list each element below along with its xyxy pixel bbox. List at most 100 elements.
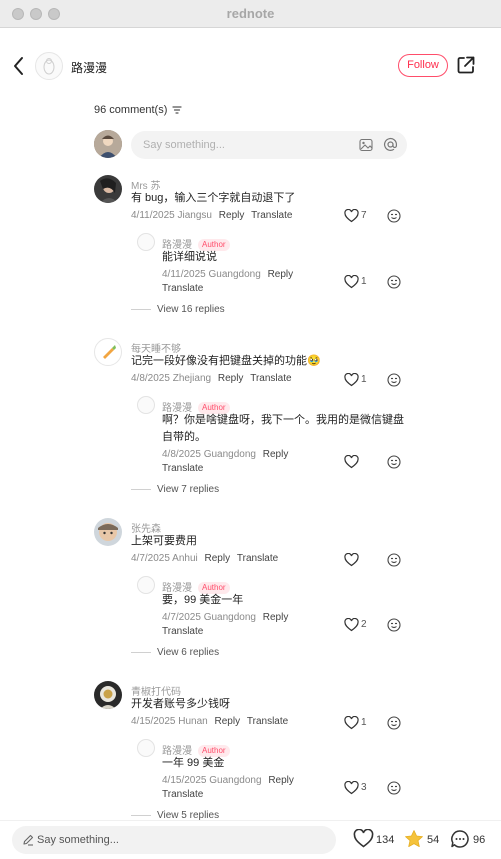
heart-icon (344, 373, 359, 387)
divider (131, 814, 151, 816)
reply-button[interactable]: Reply (263, 612, 289, 623)
comment-meta: 4/15/2025 Hunan Reply Translate (131, 716, 288, 727)
post-header: 路漫漫 Follow (0, 28, 501, 104)
comment-bubble-icon (451, 830, 469, 848)
comment-count[interactable]: 96 comment(s) (94, 104, 183, 116)
emoji-icon[interactable] (387, 275, 401, 289)
emoji-icon[interactable] (387, 716, 401, 730)
reply-button[interactable]: Reply (263, 449, 289, 460)
heart-icon (344, 209, 359, 223)
comment-date-location: 4/8/2025 Zhejiang (131, 373, 212, 384)
author-avatar[interactable] (35, 52, 63, 80)
follow-button[interactable]: Follow (398, 54, 448, 77)
translate-button[interactable]: Translate (251, 210, 292, 221)
like-button[interactable]: 7 (344, 209, 374, 223)
reply-date-location: 4/8/2025 Guangdong (162, 449, 256, 460)
view-replies-button[interactable]: View 7 replies (131, 484, 219, 495)
emoji-icon[interactable] (387, 618, 401, 632)
reply-text: 一年 99 美金 (162, 757, 225, 769)
share-icon[interactable] (456, 55, 476, 75)
reply-avatar[interactable] (137, 739, 155, 757)
comment-input[interactable]: Say something... (131, 131, 407, 159)
like-button[interactable]: 2 (344, 618, 374, 632)
reply-button[interactable]: Reply (218, 373, 244, 384)
back-arrow-icon[interactable] (9, 55, 29, 77)
post-like-count: 134 (376, 834, 395, 846)
image-icon[interactable] (359, 138, 373, 152)
reply-text-continued: 自带的。 (162, 431, 206, 443)
author-name[interactable]: 路漫漫 (71, 59, 107, 76)
like-button[interactable] (344, 455, 374, 469)
reply-avatar[interactable] (137, 396, 155, 414)
comment-date-location: 4/15/2025 Hunan (131, 716, 208, 727)
translate-button[interactable]: Translate (162, 626, 203, 637)
reply-text: 啊？你是啥键盘呀，我下一个。我用的是微信键盘 (162, 414, 404, 426)
collect-count: 54 (427, 834, 440, 846)
comment-text: 上架可要费用 (131, 535, 197, 547)
reply-avatar[interactable] (137, 576, 155, 594)
comment-text: 有 bug，输入三个字就自动退下了 (131, 192, 296, 204)
translate-button[interactable]: Translate (237, 553, 278, 564)
heart-icon (344, 553, 359, 567)
star-icon (405, 830, 423, 847)
like-button[interactable] (344, 553, 374, 567)
view-replies-label: View 7 replies (157, 484, 220, 495)
at-icon[interactable] (383, 137, 398, 152)
emoji-icon[interactable] (387, 781, 401, 795)
reply-button[interactable]: Reply (219, 210, 245, 221)
divider (131, 308, 151, 310)
reply-button[interactable]: Reply (215, 716, 241, 727)
reply-avatar[interactable] (137, 233, 155, 251)
commenter-avatar[interactable] (94, 175, 122, 203)
emoji-icon[interactable] (387, 373, 401, 387)
collect-button[interactable]: 54 (404, 829, 446, 851)
heart-icon (344, 275, 359, 289)
commenter-avatar[interactable] (94, 518, 122, 546)
reply-button[interactable]: Reply (268, 269, 294, 280)
translate-button[interactable]: Translate (162, 463, 203, 474)
reply-button[interactable]: Reply (205, 553, 231, 564)
like-count: 2 (361, 619, 367, 630)
reply-text: 要，99 美金一年 (162, 594, 244, 606)
view-replies-button[interactable]: View 6 replies (131, 647, 219, 658)
like-button[interactable]: 1 (344, 373, 374, 387)
comments-button[interactable]: 96 (450, 829, 492, 851)
comment-input-placeholder: Say something... (143, 139, 225, 151)
like-count: 3 (361, 782, 367, 793)
translate-button[interactable]: Translate (162, 283, 203, 294)
reply-button[interactable]: Reply (268, 775, 294, 786)
bottom-action-bar: Say something... 134 54 96 (0, 820, 501, 859)
heart-icon (344, 716, 359, 730)
like-button[interactable]: 1 (344, 275, 374, 289)
translate-button[interactable]: Translate (250, 373, 291, 384)
reply-date-location: 4/15/2025 Guangdong (162, 775, 262, 786)
commenter-avatar[interactable] (94, 681, 122, 709)
reply-meta: 4/15/2025 Guangdong Reply (162, 775, 294, 786)
translate-button[interactable]: Translate (162, 789, 203, 800)
translate-button[interactable]: Translate (247, 716, 288, 727)
emoji-icon[interactable] (387, 455, 401, 469)
like-count: 1 (361, 374, 367, 385)
bottom-input-placeholder: Say something... (37, 834, 119, 846)
like-button[interactable]: 1 (344, 716, 374, 730)
bottom-comment-input[interactable]: Say something... (12, 826, 336, 854)
reply-text: 能详细说说 (162, 251, 217, 263)
reply-meta: 4/11/2025 Guangdong Reply (162, 269, 293, 280)
filter-icon[interactable] (172, 105, 183, 115)
heart-icon (353, 828, 374, 848)
like-count: 1 (361, 276, 367, 287)
view-replies-button[interactable]: View 16 replies (131, 304, 225, 315)
commenter-avatar[interactable] (94, 338, 122, 366)
like-count: 1 (361, 717, 367, 728)
window-titlebar: rednote (0, 0, 501, 28)
reply-meta: 4/8/2025 Guangdong Reply (162, 449, 288, 460)
my-avatar (94, 130, 122, 158)
comment-meta: 4/11/2025 Jiangsu Reply Translate (131, 210, 292, 221)
comment-meta: 4/8/2025 Zhejiang Reply Translate (131, 373, 292, 384)
comment-text: 记完一段好像没有把键盘关掉的功能🥹 (131, 355, 321, 367)
emoji-icon[interactable] (387, 209, 401, 223)
emoji-icon[interactable] (387, 553, 401, 567)
post-like-button[interactable]: 134 (353, 828, 398, 851)
pen-icon (23, 834, 34, 846)
like-button[interactable]: 3 (344, 781, 374, 795)
